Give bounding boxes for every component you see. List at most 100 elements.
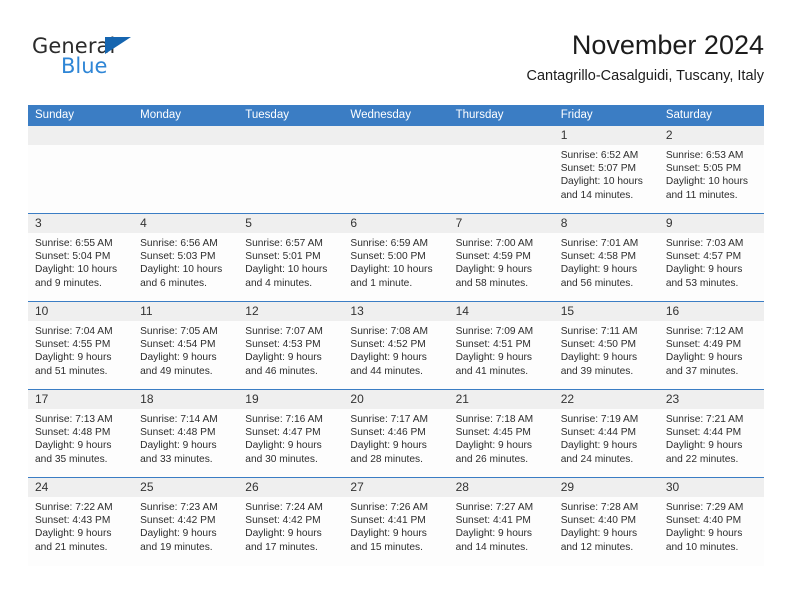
page-title: November 2024 <box>571 30 764 60</box>
logo-text-blue: Blue <box>61 54 108 78</box>
calendar-day-cell[interactable]: 19 Sunrise: 7:16 AM Sunset: 4:47 PM Dayligh… <box>238 390 344 477</box>
calendar-week-row: 1 Sunrise: 6:52 AM Sunset: 5:07 PM Daylight… <box>28 126 764 214</box>
calendar-day-cell[interactable]: 4 Sunrise: 6:56 AM Sunset: 5:03 PM Daylight… <box>133 214 239 301</box>
calendar-day-cell[interactable]: 21 Sunrise: 7:18 AM Sunset: 4:45 PM Dayligh… <box>448 390 554 477</box>
calendar-day-cell[interactable]: 28 Sunrise: 7:27 AM Sunset: 4:41 PM Dayligh… <box>448 478 554 566</box>
calendar-day-cell[interactable]: 8 Sunrise: 7:01 AM Sunset: 4:58 PM Daylight… <box>553 214 659 301</box>
calendar-day-cell[interactable]: 9 Sunrise: 7:03 AM Sunset: 4:57 PM Daylight… <box>658 214 764 301</box>
weekday-header-tuesday: Tuesday <box>245 109 289 121</box>
calendar-day-cell[interactable]: 5 Sunrise: 6:57 AM Sunset: 5:01 PM Daylight… <box>238 214 344 301</box>
calendar-day-cell[interactable]: 17 Sunrise: 7:13 AM Sunset: 4:48 PM Dayligh… <box>28 390 134 477</box>
calendar-day-cell[interactable]: 30 Sunrise: 7:29 AM Sunset: 4:40 PM Dayligh… <box>658 478 764 566</box>
calendar-day-cell[interactable]: 11 Sunrise: 7:05 AM Sunset: 4:54 PM Dayligh… <box>133 302 239 389</box>
sunrise-text: Sunrise: 6:55 AM <box>35 238 113 249</box>
sunset-text: Sunset: 4:52 PM <box>350 339 426 351</box>
calendar-day-cell[interactable]: 7 Sunrise: 7:00 AM Sunset: 4:59 PM Daylight… <box>448 214 554 301</box>
calendar-day-cell[interactable]: 1 Sunrise: 6:52 AM Sunset: 5:07 PM Daylight… <box>553 126 659 213</box>
sunset-text: Sunset: 4:48 PM <box>35 427 111 439</box>
calendar-day-cell[interactable]: 16 Sunrise: 7:12 AM Sunset: 4:49 PM Dayligh… <box>658 302 764 389</box>
day-number: 10 <box>35 304 49 318</box>
sunset-text: Sunset: 4:40 PM <box>560 515 637 527</box>
calendar-day-cell[interactable]: 20 Sunrise: 7:17 AM Sunset: 4:46 PM Dayligh… <box>343 390 449 477</box>
daylight-text-line2: and 26 minutes. <box>455 453 529 465</box>
daylight-text-line2: and 15 minutes. <box>350 541 423 553</box>
day-number-band: 10 <box>28 302 134 321</box>
sunset-text: Sunset: 4:57 PM <box>665 251 742 263</box>
sunrise-text: Sunrise: 7:08 AM <box>350 326 429 337</box>
day-number: 3 <box>35 216 42 230</box>
daylight-text-line1: Daylight: 9 hours <box>245 528 322 540</box>
day-sun-info: Sunrise: 7:26 AM Sunset: 4:41 PM Daylight:… <box>343 497 448 554</box>
daylight-text-line1: Daylight: 9 hours <box>35 352 112 364</box>
day-sun-info: Sunrise: 7:18 AM Sunset: 4:45 PM Daylight:… <box>449 409 554 466</box>
day-number-band: 18 <box>133 390 239 409</box>
sunrise-text: Sunrise: 7:21 AM <box>665 414 744 425</box>
sunrise-text: Sunrise: 7:03 AM <box>665 238 744 249</box>
day-sun-info: Sunrise: 7:29 AM Sunset: 4:40 PM Daylight:… <box>659 497 764 554</box>
calendar-day-cell[interactable]: 6 Sunrise: 6:59 AM Sunset: 5:00 PM Daylight… <box>343 214 449 301</box>
daylight-text-line2: and 39 minutes. <box>560 365 634 377</box>
daylight-text-line1: Daylight: 9 hours <box>35 440 112 452</box>
day-sun-info: Sunrise: 7:22 AM Sunset: 4:43 PM Daylight:… <box>28 497 133 554</box>
calendar-day-cell[interactable]: 12 Sunrise: 7:07 AM Sunset: 4:53 PM Dayligh… <box>238 302 344 389</box>
day-number: 12 <box>245 304 259 318</box>
sunrise-text: Sunrise: 7:16 AM <box>245 414 323 425</box>
calendar-day-cell[interactable]: 2 Sunrise: 6:53 AM Sunset: 5:05 PM Daylight… <box>658 126 764 213</box>
calendar-day-cell[interactable]: 10 Sunrise: 7:04 AM Sunset: 4:55 PM Dayligh… <box>28 302 134 389</box>
calendar-day-cell[interactable]: 15 Sunrise: 7:11 AM Sunset: 4:50 PM Dayligh… <box>553 302 659 389</box>
day-sun-info: Sunrise: 7:07 AM Sunset: 4:53 PM Daylight:… <box>238 321 343 378</box>
day-number: 13 <box>350 304 364 318</box>
sunrise-text: Sunrise: 7:00 AM <box>455 238 534 249</box>
page-header: General Blue November 2024 Cantagrillo-C… <box>28 28 764 98</box>
daylight-text-line1: Daylight: 9 hours <box>665 528 743 540</box>
day-number: 16 <box>665 304 680 318</box>
daylight-text-line1: Daylight: 9 hours <box>665 352 743 364</box>
calendar-weeks: 1 Sunrise: 6:52 AM Sunset: 5:07 PM Daylight… <box>28 126 764 566</box>
daylight-text-line1: Daylight: 10 hours <box>350 264 433 276</box>
calendar-day-cell[interactable]: 29 Sunrise: 7:28 AM Sunset: 4:40 PM Dayligh… <box>553 478 659 566</box>
weekday-header-saturday: Saturday <box>665 109 712 121</box>
calendar-day-cell[interactable]: 22 Sunrise: 7:19 AM Sunset: 4:44 PM Dayligh… <box>553 390 659 477</box>
calendar-day-cell[interactable]: 26 Sunrise: 7:24 AM Sunset: 4:42 PM Dayligh… <box>238 478 344 566</box>
day-sun-info: Sunrise: 7:04 AM Sunset: 4:55 PM Daylight:… <box>28 321 133 378</box>
daylight-text-line1: Daylight: 9 hours <box>350 440 427 452</box>
calendar-day-cell[interactable]: 23 Sunrise: 7:21 AM Sunset: 4:44 PM Dayligh… <box>658 390 764 477</box>
daylight-text-line2: and 1 minute. <box>350 277 413 289</box>
day-number-band: 1 <box>553 126 659 145</box>
daylight-text-line1: Daylight: 10 hours <box>140 264 223 276</box>
sunrise-text: Sunrise: 7:28 AM <box>560 502 639 513</box>
sunset-text: Sunset: 5:04 PM <box>35 251 111 263</box>
calendar-day-cell-empty <box>28 126 134 213</box>
daylight-text-line2: and 46 minutes. <box>245 365 318 377</box>
sunset-text: Sunset: 4:40 PM <box>665 515 742 527</box>
weekday-header-friday: Friday <box>560 109 593 121</box>
sunrise-text: Sunrise: 6:59 AM <box>350 238 429 249</box>
day-sun-info: Sunrise: 7:28 AM Sunset: 4:40 PM Daylight:… <box>554 497 659 554</box>
daylight-text-line1: Daylight: 9 hours <box>455 352 533 364</box>
generalblue-logo[interactable]: General Blue <box>32 34 212 92</box>
sunrise-text: Sunrise: 7:19 AM <box>560 414 639 425</box>
day-sun-info: Sunrise: 7:01 AM Sunset: 4:58 PM Daylight:… <box>554 233 659 290</box>
calendar-day-cell[interactable]: 25 Sunrise: 7:23 AM Sunset: 4:42 PM Dayligh… <box>133 478 239 566</box>
day-sun-info: Sunrise: 6:57 AM Sunset: 5:01 PM Daylight:… <box>238 233 343 290</box>
day-number-band: 27 <box>343 478 449 497</box>
day-number: 14 <box>455 304 469 318</box>
day-number-band: 25 <box>133 478 239 497</box>
calendar-day-cell[interactable]: 18 Sunrise: 7:14 AM Sunset: 4:48 PM Dayligh… <box>133 390 239 477</box>
daylight-text-line1: Daylight: 9 hours <box>455 528 533 540</box>
sunrise-text: Sunrise: 6:53 AM <box>665 150 744 161</box>
daylight-text-line2: and 19 minutes. <box>140 541 213 553</box>
daylight-text-line2: and 35 minutes. <box>35 453 108 465</box>
calendar-day-cell[interactable]: 13 Sunrise: 7:08 AM Sunset: 4:52 PM Dayligh… <box>343 302 449 389</box>
day-number: 30 <box>665 480 680 494</box>
calendar-day-cell[interactable]: 3 Sunrise: 6:55 AM Sunset: 5:04 PM Daylight… <box>28 214 134 301</box>
calendar-day-cell[interactable]: 24 Sunrise: 7:22 AM Sunset: 4:43 PM Dayligh… <box>28 478 134 566</box>
day-number: 22 <box>560 392 575 406</box>
sunset-text: Sunset: 4:55 PM <box>35 339 111 351</box>
daylight-text-line1: Daylight: 9 hours <box>455 440 533 452</box>
daylight-text-line1: Daylight: 9 hours <box>560 528 638 540</box>
calendar-day-cell[interactable]: 27 Sunrise: 7:26 AM Sunset: 4:41 PM Dayligh… <box>343 478 449 566</box>
day-number-band: 16 <box>658 302 764 321</box>
calendar-day-cell[interactable]: 14 Sunrise: 7:09 AM Sunset: 4:51 PM Dayligh… <box>448 302 554 389</box>
daylight-text-line1: Daylight: 9 hours <box>560 264 638 276</box>
